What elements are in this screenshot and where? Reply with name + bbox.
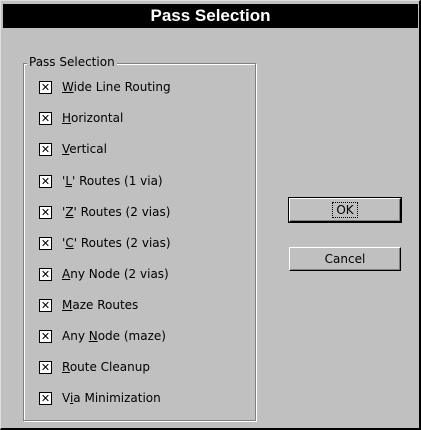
cancel-button-label: Cancel [324,252,366,266]
checkbox-maze-routes[interactable]: Maze Routes [39,297,138,313]
checkbox-vertical[interactable]: Vertical [39,141,107,157]
checked-checkbox-icon[interactable] [39,236,52,250]
checked-checkbox-icon[interactable] [39,174,52,188]
checkbox-any-node-2-vias[interactable]: Any Node (2 vias) [39,266,169,282]
checkbox-wide-line-routing[interactable]: Wide Line Routing [39,79,171,95]
checkbox-label: Maze Routes [62,298,139,312]
ok-button-label: OK [332,202,358,218]
checkbox-label: Horizontal [62,111,124,125]
cancel-button[interactable]: Cancel [289,247,401,271]
checkbox-z-routes[interactable]: 'Z' Routes (2 vias) [39,204,170,220]
checked-checkbox-icon[interactable] [39,298,52,312]
checked-checkbox-icon[interactable] [39,142,52,156]
group-label: Pass Selection [27,55,117,69]
checkbox-l-routes[interactable]: 'L' Routes (1 via) [39,173,163,189]
checkbox-label: 'C' Routes (2 vias) [62,236,171,250]
checked-checkbox-icon[interactable] [39,360,52,374]
checkbox-label: Vertical [62,142,107,156]
checkbox-label: Any Node (2 vias) [62,267,169,281]
checked-checkbox-icon[interactable] [39,111,52,125]
checkbox-horizontal[interactable]: Horizontal [39,110,123,126]
checkbox-label: 'L' Routes (1 via) [62,174,163,188]
checkbox-via-minimization[interactable]: Via Minimization [39,390,161,406]
checked-checkbox-icon[interactable] [39,391,52,405]
checked-checkbox-icon[interactable] [39,267,52,281]
checked-checkbox-icon[interactable] [39,80,52,94]
checkbox-label: Route Cleanup [62,360,150,374]
checkbox-c-routes[interactable]: 'C' Routes (2 vias) [39,235,171,251]
checked-checkbox-icon[interactable] [39,205,52,219]
checkbox-label: Wide Line Routing [62,80,171,94]
checked-checkbox-icon[interactable] [39,329,52,343]
checkbox-label: Any Node (maze) [62,329,166,343]
checkbox-route-cleanup[interactable]: Route Cleanup [39,359,150,375]
ok-button[interactable]: OK [288,197,402,223]
checkbox-any-node-maze[interactable]: Any Node (maze) [39,328,166,344]
dialog-title: Pass Selection [3,4,418,28]
checkbox-label: 'Z' Routes (2 vias) [62,205,171,219]
checkbox-label: Via Minimization [62,391,161,405]
